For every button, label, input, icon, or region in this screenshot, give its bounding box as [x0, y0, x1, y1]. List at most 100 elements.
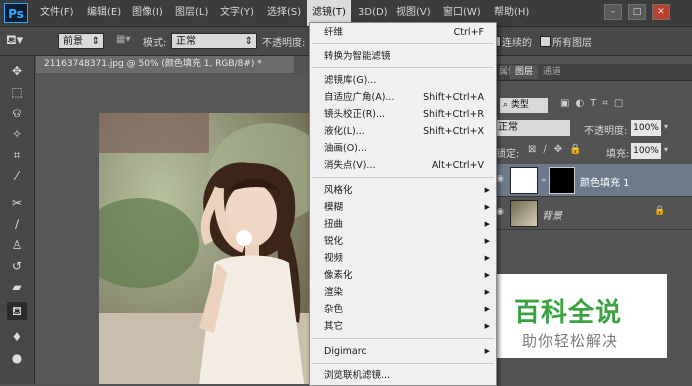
menu-item-adaptive-wide-angle[interactable]: 自适应广角(A)... Shift+Ctrl+A: [310, 89, 496, 106]
layer-opacity-field[interactable]: 100%: [631, 120, 661, 136]
menu-file[interactable]: 文件(F): [40, 0, 74, 26]
layer-row-background[interactable]: ◉ 背景 🔒: [494, 197, 692, 230]
lasso-tool-icon[interactable]: ଡ: [7, 104, 27, 122]
chevron-down-icon: ⇕: [244, 36, 253, 47]
menu-separator: [312, 338, 494, 339]
menu-item-filter-gallery[interactable]: 滤镜库(G)...: [310, 72, 496, 89]
dodge-tool-icon[interactable]: ●: [7, 349, 27, 367]
kind-filter-value: 类型: [510, 100, 529, 110]
chevron-down-icon[interactable]: ▾: [664, 122, 668, 131]
contiguous-label: 连续的: [502, 38, 532, 49]
healing-brush-tool-icon[interactable]: ✂: [7, 194, 27, 212]
restore-button[interactable]: □: [628, 4, 646, 20]
crop-tool-icon[interactable]: ⌗: [7, 146, 27, 164]
menu-item-sharpen[interactable]: 锐化 ▶: [310, 233, 496, 250]
tab-layers[interactable]: 图层: [510, 65, 539, 79]
submenu-arrow-icon: ▶: [484, 305, 490, 313]
eraser-tool-icon[interactable]: ▰: [7, 278, 27, 296]
menu-item-convert-smart-filter[interactable]: 转换为智能滤镜: [310, 48, 496, 65]
submenu-arrow-icon: ▶: [484, 237, 490, 245]
eyedropper-tool-icon[interactable]: ⁄: [7, 167, 27, 185]
menu-edit[interactable]: 编辑(E): [87, 0, 121, 26]
close-button[interactable]: ✕: [652, 4, 670, 20]
menu-separator: [312, 363, 494, 364]
menu-item-other[interactable]: 其它 ▶: [310, 318, 496, 335]
layer-filter-icons[interactable]: ▣◐T⌗▢: [560, 98, 629, 109]
mode-select[interactable]: 正常 ⇕: [171, 33, 257, 49]
menu-item-stylize[interactable]: 风格化 ▶: [310, 182, 496, 199]
tab-channels[interactable]: 通道: [538, 65, 566, 79]
move-tool-icon[interactable]: ✥: [7, 62, 27, 80]
watermark-subtitle: 助你轻松解决: [522, 332, 619, 350]
layer-mask-thumbnail: [549, 167, 575, 194]
menu-item-noise[interactable]: 杂色 ▶: [310, 301, 496, 318]
paint-bucket-tool-icon[interactable]: ⛾: [7, 302, 27, 320]
panel-tab-bar: 属性 图层 通道: [494, 64, 692, 81]
brush-tool-icon[interactable]: ∕: [7, 215, 27, 233]
submenu-arrow-icon: ▶: [484, 347, 490, 355]
document-tab[interactable]: 21163748371.jpg @ 50% (颜色填充 1, RGB/8#) *: [36, 56, 294, 73]
menu-help[interactable]: 帮助(H): [494, 0, 529, 26]
fill-source-select[interactable]: 前景 ⇕: [58, 33, 104, 49]
lock-label: 锁定:: [496, 149, 520, 160]
lock-icons[interactable]: ⊠∕✥🔒: [528, 144, 589, 155]
menu-item-video[interactable]: 视频 ▶: [310, 250, 496, 267]
link-icon: ∞: [541, 176, 547, 184]
search-icon: ⌕: [503, 100, 509, 110]
all-layers-label: 所有图层: [552, 38, 592, 49]
layer-fill-field[interactable]: 100%: [631, 143, 661, 159]
menu-item-blur[interactable]: 模糊 ▶: [310, 199, 496, 216]
menu-image[interactable]: 图像(I): [132, 0, 163, 26]
blur-tool-icon[interactable]: ♦: [7, 328, 27, 346]
menu-item-digimarc[interactable]: Digimarc ▶: [310, 343, 496, 360]
watermark: 百科全说 助你轻松解决: [494, 274, 667, 358]
marquee-tool-icon[interactable]: ⬚: [7, 83, 27, 101]
submenu-arrow-icon: ▶: [484, 288, 490, 296]
chevron-down-icon[interactable]: ▾: [664, 145, 668, 154]
fill-source-value: 前景: [63, 36, 83, 47]
layer-thumbnail: [510, 167, 538, 194]
paint-bucket-preset-icon[interactable]: ⛾▾: [6, 32, 34, 50]
visibility-eye-icon[interactable]: ◉: [496, 174, 504, 184]
submenu-arrow-icon: ▶: [484, 254, 490, 262]
filter-menu-dropdown: 纤维 Ctrl+F 转换为智能滤镜 滤镜库(G)... 自适应广角(A)... Sh…: [309, 22, 497, 386]
stamp-tool-icon[interactable]: ♙: [7, 236, 27, 254]
photoshop-logo: Ps: [4, 3, 28, 23]
menu-item-fibers[interactable]: 纤维 Ctrl+F: [310, 24, 496, 41]
menu-item-render[interactable]: 渲染 ▶: [310, 284, 496, 301]
chevron-down-icon: ⇕: [91, 36, 100, 47]
mode-value: 正常: [176, 36, 196, 47]
submenu-arrow-icon: ▶: [484, 186, 490, 194]
lock-icon: 🔒: [654, 206, 666, 216]
submenu-arrow-icon: ▶: [484, 220, 490, 228]
submenu-arrow-icon: ▶: [484, 203, 490, 211]
all-layers-checkbox[interactable]: [540, 36, 551, 47]
submenu-arrow-icon: ▶: [484, 322, 490, 330]
menu-item-oil-paint[interactable]: 油画(O)...: [310, 140, 496, 157]
menu-select[interactable]: 选择(S): [267, 0, 301, 26]
watermark-title: 百科全说: [514, 298, 623, 328]
photo-image: [99, 113, 309, 384]
layer-row-color-fill[interactable]: ◉ ∞ 颜色填充 1: [494, 164, 692, 197]
menu-item-liquify[interactable]: 液化(L)... Shift+Ctrl+X: [310, 123, 496, 140]
menu-type[interactable]: 文字(Y): [220, 0, 254, 26]
layer-name: 背景: [542, 211, 562, 222]
menu-item-pixelate[interactable]: 像素化 ▶: [310, 267, 496, 284]
visibility-eye-icon[interactable]: ◉: [496, 207, 504, 217]
blend-mode-select[interactable]: 正常: [494, 120, 570, 136]
menu-item-lens-correction[interactable]: 镜头校正(R)... Shift+Ctrl+R: [310, 106, 496, 123]
menu-item-distort[interactable]: 扭曲 ▶: [310, 216, 496, 233]
photo-illustration: [99, 113, 309, 384]
magic-wand-tool-icon[interactable]: ✧: [7, 125, 27, 143]
menu-item-vanishing-point[interactable]: 消失点(V)... Alt+Ctrl+V: [310, 157, 496, 174]
fill-label: 填充:: [606, 149, 630, 160]
menu-layer[interactable]: 图层(L): [175, 0, 208, 26]
layer-name: 颜色填充 1: [580, 178, 630, 189]
menu-item-browse-online-filters[interactable]: 浏览联机滤镜...: [310, 367, 496, 384]
layer-kind-filter[interactable]: ⌕ 类型: [500, 98, 548, 113]
mode-label: 模式:: [143, 38, 167, 49]
pattern-swatch[interactable]: ▦▾: [116, 34, 130, 45]
minimize-button[interactable]: –: [604, 4, 622, 20]
layer-thumbnail: [510, 200, 538, 227]
history-brush-tool-icon[interactable]: ↺: [7, 257, 27, 275]
